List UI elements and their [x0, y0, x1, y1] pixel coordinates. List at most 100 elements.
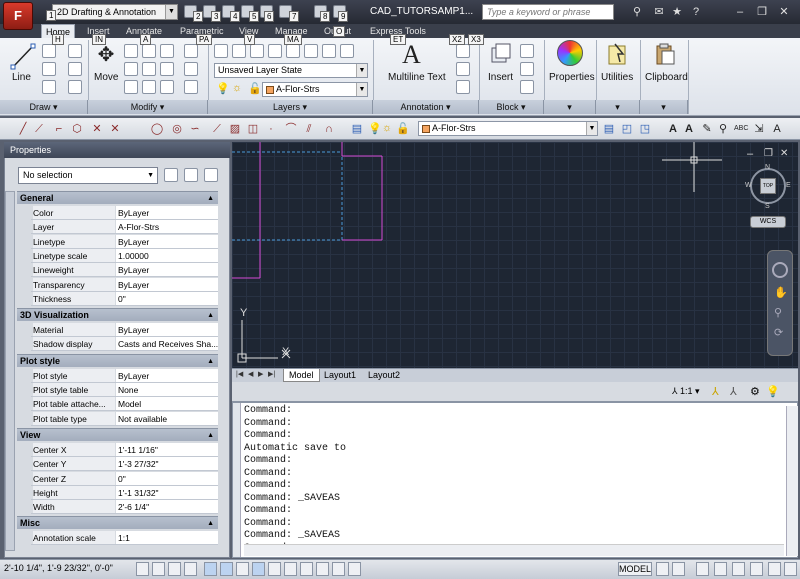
- line-icon[interactable]: [10, 42, 36, 70]
- property-row[interactable]: Color ByLayer: [31, 206, 218, 220]
- property-row[interactable]: Transparency ByLayer: [31, 277, 218, 292]
- property-value[interactable]: A-Flor-Strs: [116, 220, 218, 234]
- pan-icon[interactable]: ✋: [774, 286, 788, 299]
- trim-icon[interactable]: [142, 44, 156, 58]
- property-value[interactable]: ByLayer: [116, 368, 218, 382]
- property-value[interactable]: 0": [116, 471, 218, 485]
- property-row[interactable]: Plot style ByLayer: [31, 368, 218, 383]
- erase-icon[interactable]: [160, 44, 174, 58]
- property-row[interactable]: Center X 1'-11 1/16": [31, 442, 218, 457]
- otrack-icon[interactable]: [252, 562, 265, 576]
- infer-constraints-icon[interactable]: [136, 562, 149, 576]
- property-row[interactable]: Shadow display Casts and Receives Sha...: [31, 337, 218, 352]
- minimize-icon[interactable]: –: [747, 148, 753, 160]
- property-value[interactable]: 1.00000: [116, 248, 218, 262]
- insert-block-icon[interactable]: [489, 42, 513, 68]
- coordinates-readout[interactable]: 2'-10 1/4", 1'-9 23/32", 0'-0": [4, 563, 113, 573]
- utilities-label[interactable]: Utilities: [601, 72, 633, 83]
- next-tab-icon[interactable]: ▶: [258, 370, 263, 378]
- layer-properties-icon[interactable]: [214, 44, 228, 58]
- property-value[interactable]: ByLayer: [116, 234, 218, 248]
- ortho-icon[interactable]: [184, 562, 197, 576]
- wcs-menu[interactable]: WCS: [750, 216, 786, 228]
- move-icon[interactable]: ✥: [95, 42, 117, 68]
- quick-view-drawings-icon[interactable]: [672, 562, 685, 576]
- text-edit-icon[interactable]: ✎: [700, 122, 714, 136]
- target-icon[interactable]: ◎: [170, 122, 184, 136]
- prev-tab-icon[interactable]: ◀: [248, 370, 253, 378]
- pan-icon[interactable]: [696, 562, 709, 576]
- polygon-icon[interactable]: ⬡: [70, 122, 84, 136]
- hatch-icon[interactable]: ▨: [228, 122, 242, 136]
- panel-title-properties[interactable]: ▾: [544, 100, 596, 114]
- snap-icon[interactable]: [152, 562, 165, 576]
- steering-wheel-icon[interactable]: [772, 262, 788, 278]
- property-group-header[interactable]: Misc ▲: [17, 516, 218, 530]
- layer-freeze-icon[interactable]: [322, 44, 336, 58]
- attribute-icon[interactable]: [520, 80, 534, 94]
- line-icon[interactable]: ╱: [16, 122, 30, 136]
- xline-icon[interactable]: ✕: [108, 122, 122, 136]
- last-tab-icon[interactable]: ▶|: [268, 370, 275, 378]
- property-row[interactable]: Plot table type Not available: [31, 411, 218, 426]
- toolbar-layer-dropdown[interactable]: A-Flor-Strs ▼: [418, 121, 598, 136]
- layer-off-icon[interactable]: [304, 44, 318, 58]
- layer-isolate-icon[interactable]: [286, 44, 300, 58]
- justify-text-icon[interactable]: A: [770, 122, 784, 136]
- search-input[interactable]: Type a keyword or phrase: [482, 4, 614, 20]
- polar-icon[interactable]: [204, 562, 217, 576]
- rotate-icon[interactable]: [124, 44, 138, 58]
- orbit-icon[interactable]: ⟳: [774, 326, 783, 339]
- lock-icon[interactable]: 🔓: [248, 82, 262, 96]
- application-menu-button[interactable]: F: [3, 2, 33, 30]
- first-tab-icon[interactable]: |◀: [236, 370, 243, 378]
- property-row[interactable]: Height 1'-1 31/32": [31, 485, 218, 500]
- move-button-label[interactable]: Move: [94, 72, 118, 83]
- make-current-icon[interactable]: [250, 44, 264, 58]
- layer-walk-icon[interactable]: ◳: [638, 122, 652, 136]
- property-value[interactable]: ByLayer: [116, 206, 218, 219]
- property-value[interactable]: ByLayer: [116, 277, 218, 291]
- chamfer-icon[interactable]: [184, 80, 198, 94]
- hatch-icon[interactable]: [68, 62, 82, 76]
- property-value[interactable]: 2'-6 1/4": [116, 500, 218, 514]
- match-layer-icon[interactable]: [268, 44, 282, 58]
- arc-icon[interactable]: ⌒: [284, 122, 298, 136]
- tab-layout2[interactable]: Layout2: [363, 369, 405, 382]
- property-value[interactable]: Casts and Receives Sha...: [116, 337, 218, 351]
- panel-title-block[interactable]: Block ▾: [479, 100, 544, 114]
- panel-title-utilities[interactable]: ▾: [596, 100, 640, 114]
- star-icon[interactable]: ★: [670, 5, 684, 19]
- close-icon[interactable]: ✕: [777, 5, 791, 19]
- multiline-text-label[interactable]: Multiline Text: [388, 72, 446, 83]
- layer-state-dropdown[interactable]: Unsaved Layer State ▼: [214, 63, 368, 78]
- layer-previous-icon[interactable]: ◰: [620, 122, 634, 136]
- autoscale-icon[interactable]: ⅄: [730, 385, 744, 399]
- selection-cycling-icon[interactable]: [348, 562, 361, 576]
- layer-lock-icon[interactable]: [340, 44, 354, 58]
- property-value[interactable]: None: [116, 383, 218, 396]
- command-window-grip[interactable]: [233, 403, 241, 557]
- clipboard-label[interactable]: Clipboard: [645, 72, 688, 83]
- polyline-icon[interactable]: ⌐: [52, 122, 66, 136]
- utilities-icon[interactable]: [607, 42, 629, 66]
- layer-states-icon[interactable]: ▤: [602, 122, 616, 136]
- edit-block-icon[interactable]: [520, 62, 534, 76]
- dimension-icon[interactable]: [456, 44, 470, 58]
- property-row[interactable]: Linetype scale 1.00000: [31, 248, 218, 263]
- leader-icon[interactable]: [456, 62, 470, 76]
- circle-icon[interactable]: ◯: [150, 122, 164, 136]
- quick-view-layouts-icon[interactable]: [656, 562, 669, 576]
- scale-icon[interactable]: [142, 80, 156, 94]
- property-value[interactable]: 0": [116, 291, 218, 305]
- restore-icon[interactable]: ❐: [764, 148, 773, 159]
- rectangle-icon[interactable]: [68, 44, 82, 58]
- create-block-icon[interactable]: [520, 44, 534, 58]
- communication-icon[interactable]: ✉: [652, 5, 666, 19]
- ellipse-icon[interactable]: [68, 80, 82, 94]
- layer-manager-icon[interactable]: ▤: [350, 122, 364, 136]
- lineweight-icon[interactable]: [300, 562, 313, 576]
- find-text-icon[interactable]: ⚲: [716, 122, 730, 136]
- toolbar-lock-icon[interactable]: [768, 562, 781, 576]
- tab-model[interactable]: Model: [283, 369, 320, 382]
